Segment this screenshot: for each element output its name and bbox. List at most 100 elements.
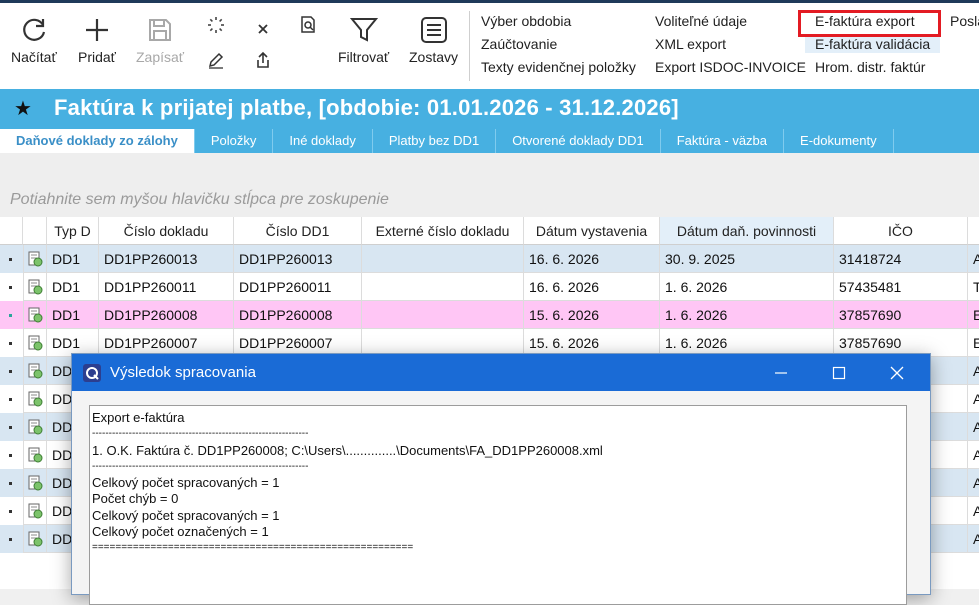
log-line: Celkový počet spracovaných = 1 — [92, 475, 280, 491]
table-cell-ico[interactable]: 37857690 — [834, 301, 968, 329]
document-status-icon[interactable] — [23, 273, 47, 301]
table-cell-dd1[interactable]: DD1PP260013 — [234, 245, 362, 273]
table-cell-dd1[interactable]: DD1PP260011 — [234, 273, 362, 301]
filter-button[interactable]: Filtrovať — [338, 15, 389, 65]
table-cell-typ[interactable]: DD1 — [47, 301, 99, 329]
dialog-title: Výsledok spracovania — [110, 364, 256, 381]
share-icon[interactable] — [252, 49, 274, 71]
table-cell-extra[interactable]: T — [968, 273, 979, 301]
ribbon-toolbar: Načítať Pridať Zapísať Filtrovať Zostavy… — [0, 3, 979, 90]
document-status-icon[interactable] — [23, 357, 47, 385]
find-document-icon[interactable] — [297, 14, 319, 36]
result-log-textbox[interactable]: Export e-faktúra -----------------------… — [89, 405, 907, 605]
reload-button[interactable]: Načítať — [11, 15, 57, 65]
document-status-icon[interactable] — [23, 329, 47, 357]
table-cell-ico[interactable]: 31418724 — [834, 245, 968, 273]
document-status-icon[interactable] — [23, 497, 47, 525]
document-status-icon[interactable] — [23, 441, 47, 469]
column-header-external-number[interactable]: Externé číslo dokladu — [362, 217, 524, 245]
ribbon-separator — [469, 11, 470, 81]
table-cell-dan[interactable]: 30. 9. 2025 — [660, 245, 834, 273]
group-drop-area[interactable]: Potiahnite sem myšou hlavičku stĺpca pre… — [0, 153, 979, 217]
document-status-icon[interactable] — [23, 469, 47, 497]
document-status-icon[interactable] — [23, 413, 47, 441]
table-cell-vyst[interactable]: 16. 6. 2026 — [524, 245, 660, 273]
table-cell-extra[interactable]: E — [968, 329, 979, 357]
table-cell-typ[interactable]: DD1 — [47, 273, 99, 301]
column-header-tax-date[interactable]: Dátum daň. povinnosti — [660, 217, 834, 245]
table-cell-typ[interactable]: DD1 — [47, 245, 99, 273]
tab-advance-tax-docs[interactable]: Daňové doklady zo zálohy — [0, 129, 195, 153]
table-cell-cislo[interactable]: DD1PP260011 — [99, 273, 234, 301]
table-cell-cislo[interactable]: DD1PP260008 — [99, 301, 234, 329]
report-list-icon — [420, 17, 447, 43]
tab-invoice-link[interactable]: Faktúra - väzba — [661, 129, 785, 153]
menu-item-texts[interactable]: Texty evidenčnej položky — [481, 59, 636, 75]
table-cell-dan[interactable]: 1. 6. 2026 — [660, 301, 834, 329]
table-cell-ext[interactable] — [362, 245, 524, 273]
table-cell-ext[interactable] — [362, 301, 524, 329]
close-icon — [890, 366, 904, 379]
table-cell-dan[interactable]: 1. 6. 2026 — [660, 273, 834, 301]
table-cell-extra[interactable]: A — [968, 441, 979, 469]
menu-send-partial[interactable]: Posla — [950, 13, 979, 29]
reports-button[interactable]: Zostavy — [409, 15, 458, 65]
filter-icon — [349, 18, 378, 42]
table-cell-extra[interactable]: A — [968, 469, 979, 497]
table-cell-ico[interactable]: 57435481 — [834, 273, 968, 301]
table-cell-vyst[interactable]: 15. 6. 2026 — [524, 301, 660, 329]
spinner-icon[interactable] — [205, 14, 227, 36]
close-dialog-button[interactable] — [868, 354, 926, 391]
table-cell-extra[interactable]: A — [968, 525, 979, 553]
minimize-button[interactable] — [752, 354, 810, 391]
processing-result-dialog: Výsledok spracovania Export e-faktúra --… — [71, 353, 931, 605]
table-row[interactable]: DD1 DD1PP260008 DD1PP260008 15. 6. 2026 1. 6… — [0, 301, 979, 329]
maximize-button[interactable] — [810, 354, 868, 391]
pencil-icon[interactable] — [205, 49, 227, 71]
table-cell-extra[interactable]: A — [968, 413, 979, 441]
menu-optional-data[interactable]: Voliteľné údaje — [655, 13, 747, 29]
row-marker — [9, 538, 12, 541]
tab-items[interactable]: Položky — [195, 129, 274, 153]
tab-payments-without-dd1[interactable]: Platby bez DD1 — [373, 129, 497, 153]
menu-bulk-distribution[interactable]: Hrom. distr. faktúr — [815, 59, 925, 75]
table-row[interactable]: DD1 DD1PP260013 DD1PP260013 16. 6. 2026 30. … — [0, 245, 979, 273]
page-title: Faktúra k prijatej platbe, [obdobie: 01.… — [54, 95, 679, 120]
dialog-titlebar[interactable]: Výsledok spracovania — [72, 354, 930, 391]
tab-e-documents[interactable]: E-dokumenty — [784, 129, 894, 153]
menu-isdoc-export[interactable]: Export ISDOC-INVOICE — [655, 59, 806, 75]
table-cell-vyst[interactable]: 16. 6. 2026 — [524, 273, 660, 301]
menu-xml-export[interactable]: XML export — [655, 36, 726, 52]
table-cell-ext[interactable] — [362, 273, 524, 301]
add-button[interactable]: Pridať — [78, 15, 116, 65]
header-icon — [23, 217, 47, 245]
favorite-star-icon[interactable]: ★ — [14, 96, 32, 121]
table-cell-extra[interactable]: E — [968, 301, 979, 329]
column-header-doc-number[interactable]: Číslo dokladu — [99, 217, 234, 245]
log-line: Celkový počet označených = 1 — [92, 524, 269, 540]
column-header-dd1-number[interactable]: Číslo DD1 — [234, 217, 362, 245]
table-cell-extra[interactable]: A — [968, 497, 979, 525]
tab-other-docs[interactable]: Iné doklady — [273, 129, 373, 153]
column-header-ico[interactable]: IČO — [834, 217, 968, 245]
column-header-issue-date[interactable]: Dátum vystavenia — [524, 217, 660, 245]
table-cell-extra[interactable]: A — [968, 385, 979, 413]
row-marker — [9, 314, 12, 317]
document-status-icon[interactable] — [23, 525, 47, 553]
document-status-icon[interactable] — [23, 301, 47, 329]
save-button[interactable]: Zapísať — [136, 15, 184, 65]
table-row[interactable]: DD1 DD1PP260011 DD1PP260011 16. 6. 2026 1. 6… — [0, 273, 979, 301]
menu-einvoice-validation[interactable]: E-faktúra validácia — [805, 35, 941, 53]
column-header-next[interactable] — [968, 217, 979, 245]
table-cell-cislo[interactable]: DD1PP260013 — [99, 245, 234, 273]
document-status-icon[interactable] — [23, 385, 47, 413]
close-icon[interactable] — [252, 18, 274, 40]
column-header-type[interactable]: Typ D — [47, 217, 99, 245]
document-status-icon[interactable] — [23, 245, 47, 273]
table-cell-dd1[interactable]: DD1PP260008 — [234, 301, 362, 329]
tab-open-dd1[interactable]: Otvorené doklady DD1 — [496, 129, 661, 153]
table-cell-extra[interactable]: A — [968, 245, 979, 273]
table-cell-extra[interactable]: A — [968, 357, 979, 385]
menu-period-selection[interactable]: Výber obdobia — [481, 13, 571, 29]
menu-posting[interactable]: Zaúčtovanie — [481, 36, 557, 52]
